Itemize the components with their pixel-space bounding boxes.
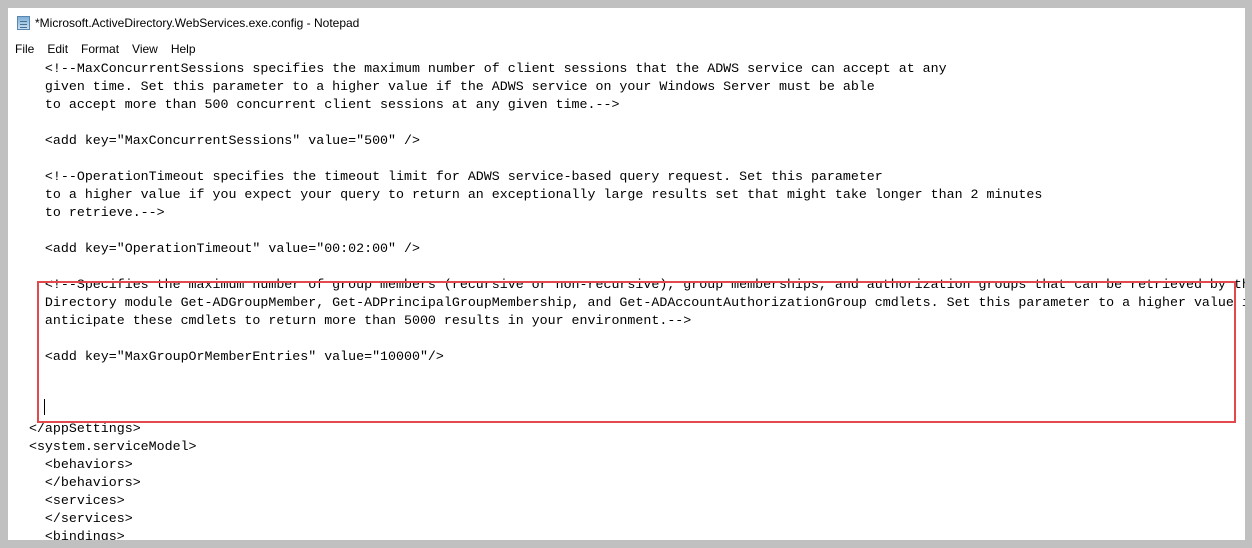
text-line: anticipate these cmdlets to return more …	[13, 313, 692, 328]
text-line	[13, 384, 1245, 402]
text-line: <behaviors>	[13, 457, 133, 472]
text-line	[13, 222, 1245, 240]
text-line: to accept more than 500 concurrent clien…	[13, 97, 620, 112]
text-line: Directory module Get-ADGroupMember, Get-…	[13, 295, 1245, 310]
menu-bar: File Edit Format View Help	[8, 39, 202, 59]
text-line: </services>	[13, 511, 133, 526]
text-line: <services>	[13, 493, 125, 508]
text-line: <system.serviceModel>	[13, 439, 197, 454]
text-line: </appSettings>	[13, 421, 141, 436]
text-line	[13, 402, 1245, 420]
menu-view[interactable]: View	[125, 42, 164, 56]
editor-text[interactable]: <!--MaxConcurrentSessions specifies the …	[13, 60, 1245, 540]
menu-file[interactable]: File	[8, 42, 40, 56]
window-title: *Microsoft.ActiveDirectory.WebServices.e…	[35, 16, 360, 30]
text-line	[13, 366, 1245, 384]
text-line: <add key="MaxGroupOrMemberEntries" value…	[13, 349, 444, 364]
text-line	[13, 258, 1245, 276]
text-line: to retrieve.-->	[13, 205, 165, 220]
menu-edit[interactable]: Edit	[40, 42, 74, 56]
text-line	[13, 114, 1245, 132]
notepad-icon	[17, 16, 30, 30]
text-line: given time. Set this parameter to a high…	[13, 79, 875, 94]
text-cursor	[44, 399, 45, 415]
menu-help[interactable]: Help	[164, 42, 202, 56]
text-line: <!--MaxConcurrentSessions specifies the …	[13, 61, 947, 76]
text-line: <add key="MaxConcurrentSessions" value="…	[13, 133, 420, 148]
notepad-window: *Microsoft.ActiveDirectory.WebServices.e…	[8, 8, 1245, 540]
menu-format[interactable]: Format	[74, 42, 125, 56]
title-bar: *Microsoft.ActiveDirectory.WebServices.e…	[8, 8, 1245, 38]
text-line	[13, 150, 1245, 168]
text-line: <!--OperationTimeout specifies the timeo…	[13, 169, 883, 184]
text-line: to a higher value if you expect your que…	[13, 187, 1043, 202]
text-line: </behaviors>	[13, 475, 141, 490]
text-line	[13, 330, 1245, 348]
text-line: <bindings>	[13, 529, 125, 540]
text-editor[interactable]: <!--MaxConcurrentSessions specifies the …	[8, 59, 1245, 540]
text-line: <add key="OperationTimeout" value="00:02…	[13, 241, 420, 256]
text-line: <!--Specifies the maximum number of grou…	[13, 277, 1245, 292]
